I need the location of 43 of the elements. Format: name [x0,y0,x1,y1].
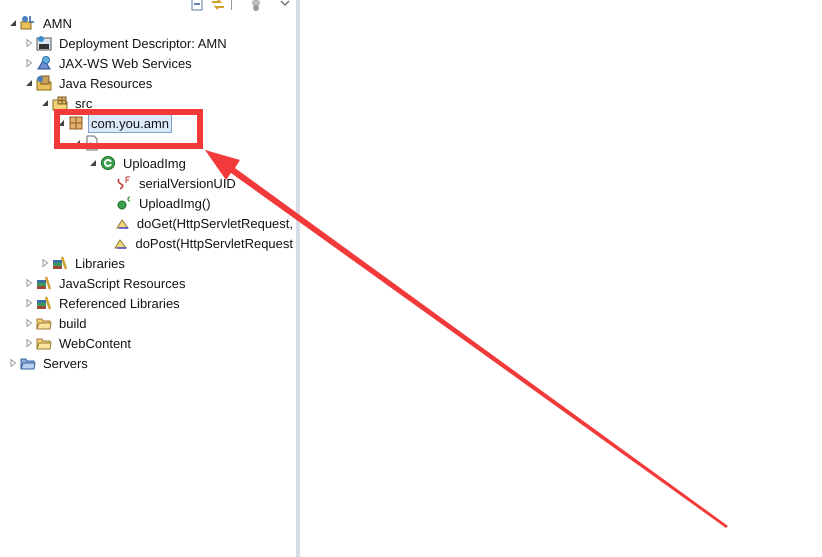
library-icon [36,275,52,291]
expanded-arrow-icon[interactable] [57,119,65,127]
expanded-arrow-icon[interactable] [9,19,17,27]
field-icon [116,175,132,191]
collapsed-arrow-icon[interactable] [9,359,17,367]
tree-item[interactable]: doPost(HttpServletRequest [132,234,296,252]
web-service-icon [36,55,52,71]
tree-item[interactable]: Deployment Descriptor: AMN [56,34,230,52]
resources-icon [36,75,52,91]
expanded-arrow-icon[interactable] [25,79,33,87]
tree-item[interactable]: JavaScript Resources [56,274,188,292]
tree-item[interactable]: AMN [40,14,75,32]
collapsed-arrow-icon[interactable] [25,279,33,287]
tree-item[interactable]: build [56,314,90,332]
class-icon [100,155,116,171]
tree-item[interactable]: Servers [40,354,91,372]
tree-item[interactable]: Referenced Libraries [56,294,183,312]
tree-item[interactable]: WebContent [56,334,134,352]
library-icon [36,295,52,311]
link-editor-icon[interactable] [211,0,225,11]
tree-item[interactable]: UploadImg [120,154,189,172]
tree-item[interactable]: doGet(HttpServletRequest, [134,214,296,232]
collapsed-arrow-icon[interactable] [25,339,33,347]
tree-item[interactable]: src [72,94,96,112]
tree-item[interactable]: Libraries [72,254,128,272]
project-icon [20,15,36,31]
descriptor-icon [36,35,52,51]
collapsed-arrow-icon[interactable] [41,259,49,267]
collapsed-arrow-icon[interactable] [25,319,33,327]
library-icon [52,255,68,271]
collapse-all-icon[interactable] [190,0,204,11]
tree-item[interactable]: UploadImg() [136,194,214,212]
collapsed-arrow-icon[interactable] [25,59,33,67]
collapsed-arrow-icon[interactable] [25,299,33,307]
collapsed-arrow-icon[interactable] [25,39,33,47]
source-folder-icon [52,95,68,111]
expanded-arrow-icon[interactable] [41,99,49,107]
constructor-icon [116,195,132,211]
package-icon [68,115,84,131]
tree-item[interactable]: serialVersionUID [136,174,239,192]
tree-item[interactable]: Java Resources [56,74,156,92]
expanded-arrow-icon[interactable] [89,159,97,167]
tree-item[interactable]: JAX-WS Web Services [56,54,195,72]
